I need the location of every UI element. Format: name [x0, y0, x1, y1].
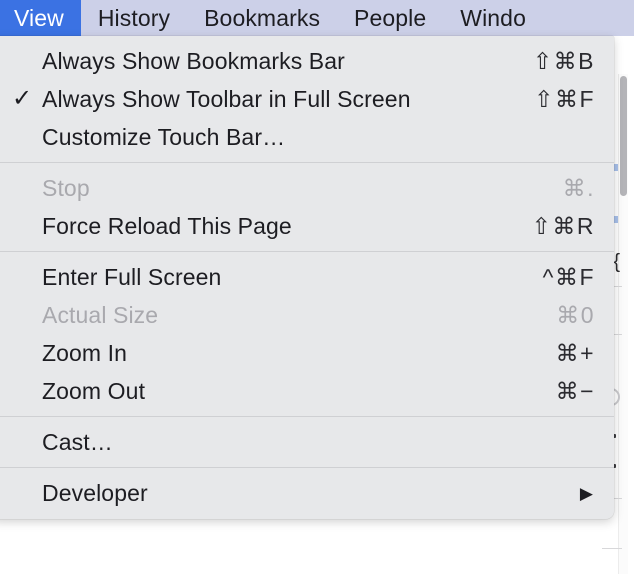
view-menu-panel: Always Show Bookmarks Bar ⇧⌘B ✓ Always Show… [0, 36, 614, 519]
menu-item-stop: Stop ⌘. [0, 169, 614, 207]
menu-item-shortcut: ^⌘F [542, 263, 595, 290]
menu-item-zoom-out[interactable]: Zoom Out ⌘− [0, 372, 614, 410]
menu-item-cast[interactable]: Cast… [0, 423, 614, 461]
menu-separator [0, 251, 614, 252]
menu-item-label: Actual Size [42, 301, 159, 328]
menubar-item-windo[interactable]: Windo [443, 0, 543, 36]
menu-item-label: Zoom In [42, 339, 128, 366]
menu-item-label: Force Reload This Page [42, 212, 292, 239]
menu-separator [0, 162, 614, 163]
menu-item-shortcut: ⌘0 [556, 301, 595, 328]
menu-item-label: Stop [42, 174, 90, 201]
menu-item-label: Customize Touch Bar… [42, 123, 286, 150]
menubar-item-view[interactable]: View [0, 0, 81, 36]
menubar-item-bookmarks[interactable]: Bookmarks [187, 0, 337, 36]
checkmark-icon: ✓ [12, 85, 33, 112]
submenu-arrow-icon: ▶ [579, 483, 593, 503]
page-scrollbar-thumb[interactable] [620, 76, 627, 196]
menu-item-shortcut: ⇧⌘R [531, 212, 595, 239]
menu-bar: View History Bookmarks People Windo [0, 0, 634, 36]
menu-item-label: Enter Full Screen [42, 263, 222, 290]
menu-item-shortcut: ⌘− [555, 377, 595, 404]
menu-item-always-show-bookmarks-bar[interactable]: Always Show Bookmarks Bar ⇧⌘B [0, 42, 614, 80]
menubar-item-people[interactable]: People [337, 0, 443, 36]
menu-item-shortcut: ⇧⌘F [534, 85, 595, 112]
menu-item-label: Always Show Toolbar in Full Screen [42, 85, 411, 112]
menu-item-label: Always Show Bookmarks Bar [42, 47, 345, 74]
menu-separator [0, 416, 614, 417]
menu-item-shortcut: ⌘. [562, 174, 595, 201]
menu-item-always-show-toolbar-in-full-screen[interactable]: ✓ Always Show Toolbar in Full Screen ⇧⌘F [0, 80, 614, 118]
menu-item-label: Developer [42, 479, 148, 506]
page-rule [602, 548, 622, 549]
menu-item-actual-size: Actual Size ⌘0 [0, 296, 614, 334]
menu-item-shortcut: ⇧⌘B [532, 47, 595, 74]
menu-item-zoom-in[interactable]: Zoom In ⌘+ [0, 334, 614, 372]
page-glyph: { [613, 251, 620, 273]
menubar-item-history[interactable]: History [81, 0, 187, 36]
menu-separator [0, 467, 614, 468]
menu-item-shortcut: ⌘+ [555, 339, 595, 366]
menu-item-force-reload-this-page[interactable]: Force Reload This Page ⇧⌘R [0, 207, 614, 245]
menu-item-label: Cast… [42, 428, 113, 455]
menu-item-label: Zoom Out [42, 377, 146, 404]
menu-item-enter-full-screen[interactable]: Enter Full Screen ^⌘F [0, 258, 614, 296]
menu-item-developer[interactable]: Developer ▶ [0, 474, 614, 512]
screen: { View History Bookmarks People Windo Always… [0, 0, 634, 574]
menu-item-customize-touch-bar[interactable]: Customize Touch Bar… [0, 118, 614, 156]
